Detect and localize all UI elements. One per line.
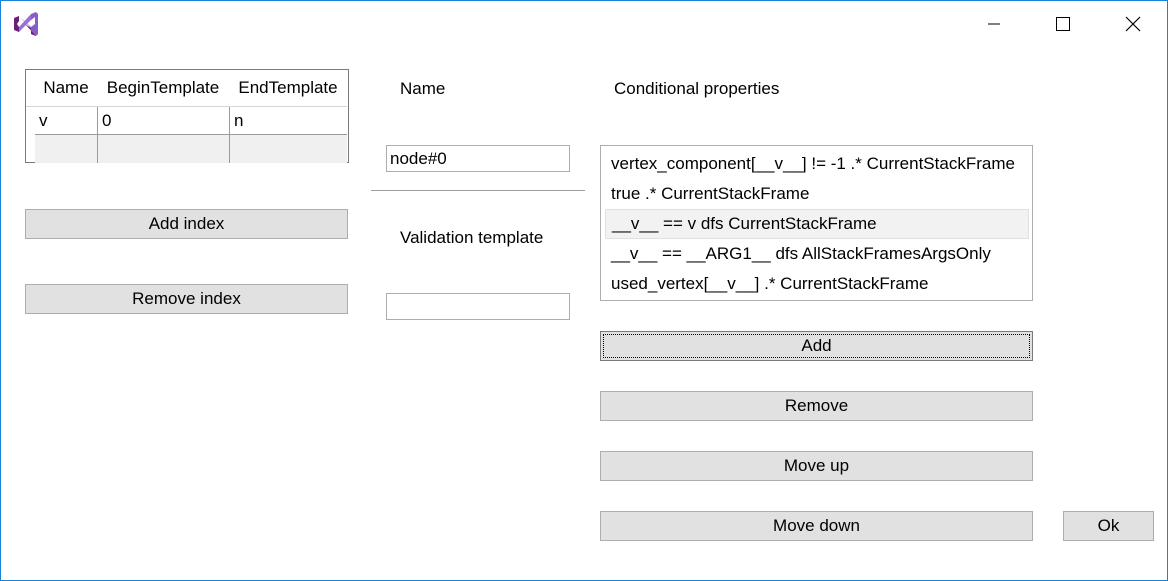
separator [371,190,585,191]
grid-cell-endtemplate[interactable]: n [230,107,347,135]
close-button[interactable] [1110,1,1156,47]
close-icon [1125,16,1141,32]
add-button[interactable]: Add [600,331,1033,361]
column-header-begintemplate[interactable]: BeginTemplate [97,70,230,107]
grid-new-row-cell[interactable] [35,135,98,163]
move-down-button[interactable]: Move down [600,511,1033,541]
title-bar[interactable] [1,1,1167,47]
visual-studio-logo-icon [11,10,39,38]
column-header-endtemplate[interactable]: EndTemplate [229,70,347,107]
column-header-label: EndTemplate [238,78,338,97]
list-item[interactable]: used_vertex[__v__] .* CurrentStackFrame [605,270,1029,298]
dialog-window: Name BeginTemplate EndTemplate v 0 n Add… [0,0,1168,581]
grid-new-row-cell[interactable] [230,135,347,163]
maximize-icon [1056,17,1070,31]
maximize-button[interactable] [1040,1,1086,47]
move-up-button[interactable]: Move up [600,451,1033,481]
validation-template-label: Validation template [400,228,544,247]
index-grid[interactable]: Name BeginTemplate EndTemplate v 0 n [25,69,349,163]
remove-button[interactable]: Remove [600,391,1033,421]
name-label: Name [400,79,446,98]
minimize-button[interactable] [971,1,1017,47]
column-header-label: Name [43,78,89,97]
minimize-icon [988,23,1000,25]
list-item[interactable]: vertex_component[__v__] != -1 .* Current… [605,150,1029,178]
column-header-label: BeginTemplate [106,78,220,97]
name-input[interactable] [386,145,570,172]
grid-cell-begintemplate[interactable]: 0 [98,107,230,135]
add-button-label: Add [801,336,832,355]
conditional-properties-list[interactable]: vertex_component[__v__] != -1 .* Current… [600,145,1033,301]
list-item[interactable]: __v__ == __ARG1__ dfs AllStackFramesArgs… [605,240,1029,268]
ok-button[interactable]: Ok [1063,511,1154,541]
conditional-properties-label: Conditional properties [614,79,780,98]
grid-new-row-cell[interactable] [98,135,230,163]
column-header-name[interactable]: Name [35,70,98,107]
add-index-button[interactable]: Add index [25,209,348,239]
list-item[interactable]: true .* CurrentStackFrame [605,180,1029,208]
grid-cell-name[interactable]: v [35,107,98,135]
validation-template-input[interactable] [386,293,570,320]
remove-index-button[interactable]: Remove index [25,284,348,314]
list-item-selected[interactable]: __v__ == v dfs CurrentStackFrame [605,209,1029,239]
